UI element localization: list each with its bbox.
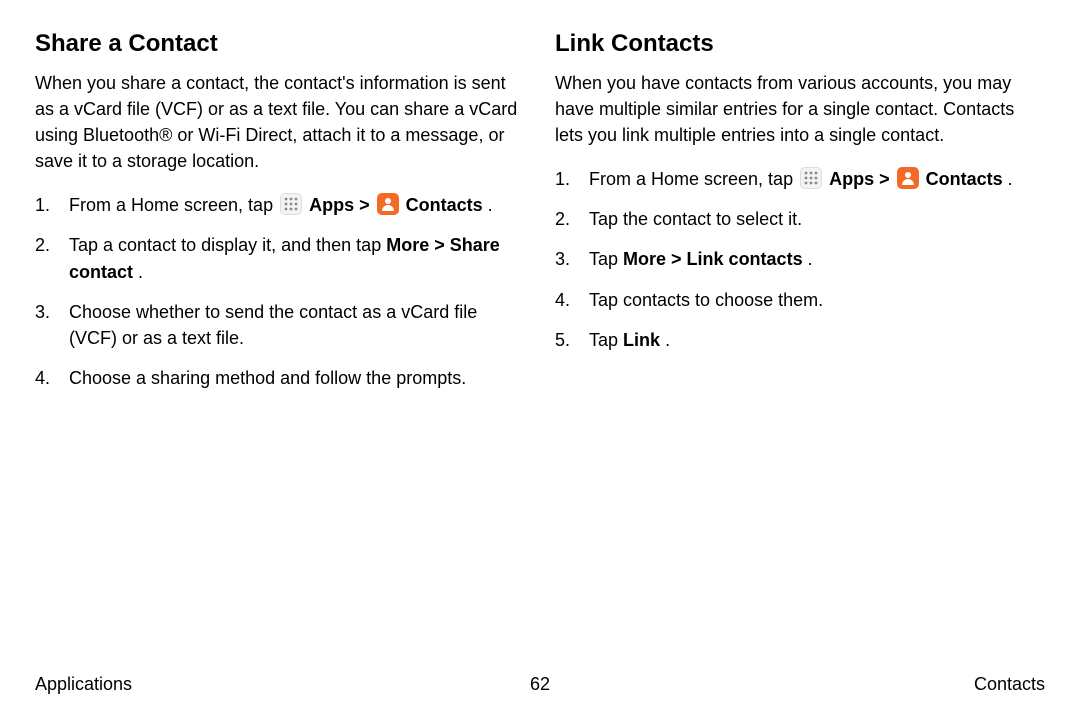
chevron: >: [879, 169, 895, 189]
step-number: 1.: [35, 192, 50, 218]
link-step-2: 2. Tap the contact to select it.: [555, 206, 1045, 232]
link-steps: 1. From a Home screen, tap Apps > Contac…: [555, 166, 1045, 352]
share-step-2: 2. Tap a contact to display it, and then…: [35, 232, 525, 284]
period: .: [808, 249, 813, 269]
more-link-label: More > Link contacts: [623, 249, 803, 269]
footer-section: Applications: [35, 674, 132, 695]
link-step-3: 3. Tap More > Link contacts .: [555, 246, 1045, 272]
link-step-5: 5. Tap Link .: [555, 327, 1045, 353]
step-number: 4.: [35, 365, 50, 391]
period: .: [1008, 169, 1013, 189]
page-number: 62: [530, 674, 550, 695]
step-text: Tap contacts to choose them.: [589, 290, 823, 310]
share-step-3: 3. Choose whether to send the contact as…: [35, 299, 525, 351]
period: .: [488, 195, 493, 215]
step-number: 3.: [35, 299, 50, 325]
right-column: Link Contacts When you have contacts fro…: [555, 30, 1045, 405]
step-number: 2.: [35, 232, 50, 258]
step-text: Tap the contact to select it.: [589, 209, 802, 229]
contacts-label: Contacts: [406, 195, 483, 215]
step-text: Tap: [589, 249, 623, 269]
share-heading: Share a Contact: [35, 30, 525, 58]
period: .: [665, 330, 670, 350]
apps-icon: [280, 193, 302, 215]
step-number: 2.: [555, 206, 570, 232]
apps-label: Apps: [309, 195, 354, 215]
apps-label: Apps: [829, 169, 874, 189]
footer-topic: Contacts: [974, 674, 1045, 695]
link-intro: When you have contacts from various acco…: [555, 70, 1045, 148]
link-heading: Link Contacts: [555, 30, 1045, 58]
step-number: 4.: [555, 287, 570, 313]
step-text: From a Home screen, tap: [69, 195, 278, 215]
link-step-1: 1. From a Home screen, tap Apps > Contac…: [555, 166, 1045, 192]
step-text: From a Home screen, tap: [589, 169, 798, 189]
contacts-label: Contacts: [926, 169, 1003, 189]
share-steps: 1. From a Home screen, tap Apps > Contac…: [35, 192, 525, 391]
apps-icon: [800, 167, 822, 189]
step-number: 1.: [555, 166, 570, 192]
step-number: 3.: [555, 246, 570, 272]
left-column: Share a Contact When you share a contact…: [35, 30, 525, 405]
share-step-4: 4. Choose a sharing method and follow th…: [35, 365, 525, 391]
contacts-icon: [377, 193, 399, 215]
link-label: Link: [623, 330, 660, 350]
step-number: 5.: [555, 327, 570, 353]
chevron: >: [359, 195, 375, 215]
step-text: Choose whether to send the contact as a …: [69, 302, 477, 348]
share-intro: When you share a contact, the contact's …: [35, 70, 525, 174]
step-text: Tap: [589, 330, 623, 350]
step-text: Tap a contact to display it, and then ta…: [69, 235, 386, 255]
more-label: More: [386, 235, 429, 255]
share-step-1: 1. From a Home screen, tap Apps > Contac…: [35, 192, 525, 218]
contacts-icon: [897, 167, 919, 189]
content-columns: Share a Contact When you share a contact…: [35, 30, 1045, 405]
link-step-4: 4. Tap contacts to choose them.: [555, 287, 1045, 313]
period: .: [138, 262, 143, 282]
chevron: >: [434, 235, 450, 255]
step-text: Choose a sharing method and follow the p…: [69, 368, 466, 388]
page-footer: Applications 62 Contacts: [35, 674, 1045, 695]
